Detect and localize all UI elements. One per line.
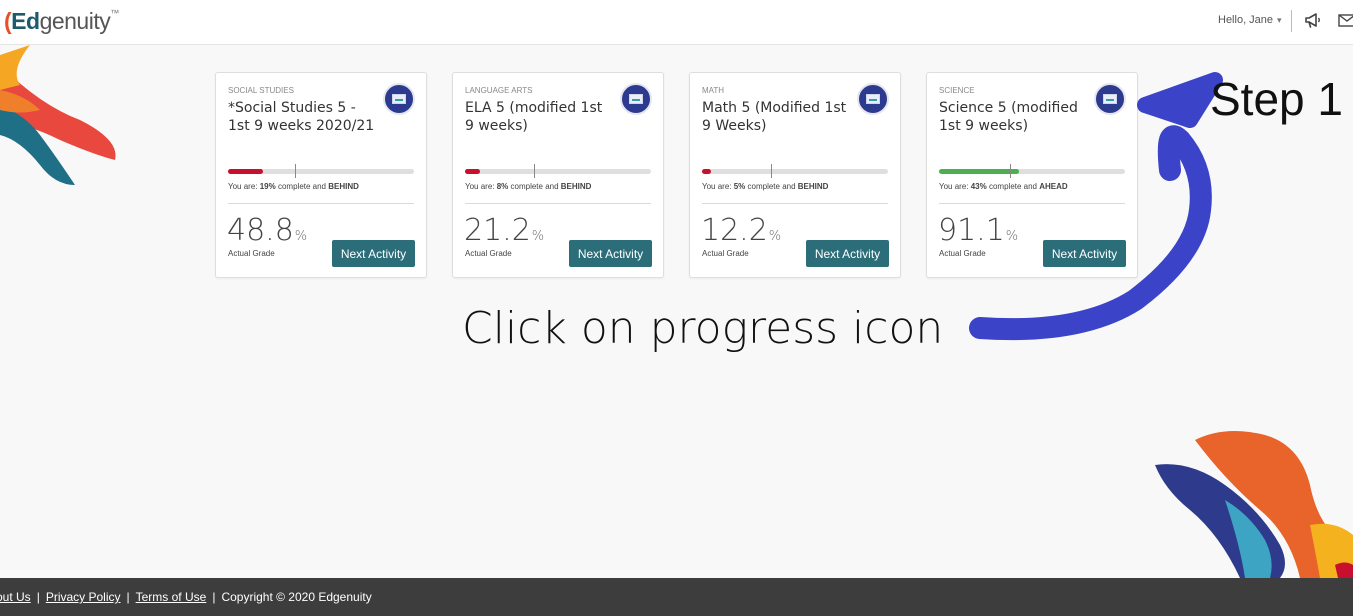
actual-grade-value: 48.8% <box>227 213 308 248</box>
chevron-down-icon: ▾ <box>1277 14 1282 25</box>
progress-icon[interactable] <box>620 83 652 115</box>
footer-links: out Us | Privacy Policy | Terms of Use | Copyr… <box>0 590 372 604</box>
logo-rest-text: genuity <box>39 8 111 34</box>
next-activity-button[interactable]: Next Activity <box>569 240 652 267</box>
toolbar-divider <box>1291 10 1292 32</box>
progress-icon[interactable] <box>383 83 415 115</box>
course-title[interactable]: Math 5 (Modified 1st 9 Weeks) <box>702 99 852 135</box>
footer: out Us | Privacy Policy | Terms of Use | Copyr… <box>0 578 1353 616</box>
actual-grade-label: Actual Grade <box>702 249 749 258</box>
privacy-policy-link[interactable]: Privacy Policy <box>46 590 121 604</box>
course-card-math: MATH Math 5 (Modified 1st 9 Weeks) You a… <box>689 72 901 278</box>
footer-separator: | <box>36 590 40 604</box>
top-bar: (Edgenuity™ Hello, Jane ▾ <box>0 0 1353 45</box>
course-title[interactable]: ELA 5 (modified 1st 9 weeks) <box>465 99 615 135</box>
progress-fill <box>702 169 712 174</box>
progress-icon[interactable] <box>857 83 889 115</box>
progress-bar <box>228 164 414 178</box>
instruction-annotation: Click on progress icon <box>462 303 944 354</box>
progress-target-marker <box>294 164 296 178</box>
card-divider <box>228 203 414 204</box>
user-menu[interactable]: Hello, Jane ▾ <box>1218 14 1282 26</box>
progress-status: You are: 19% complete and BEHIND <box>228 182 359 191</box>
card-divider <box>702 203 888 204</box>
progress-target-marker <box>533 164 535 178</box>
course-card-language-arts: LANGUAGE ARTS ELA 5 (modified 1st 9 week… <box>452 72 664 278</box>
step-annotation: Step 1 <box>1210 73 1343 125</box>
next-activity-button[interactable]: Next Activity <box>806 240 889 267</box>
course-title[interactable]: *Social Studies 5 - 1st 9 weeks 2020/21 <box>228 99 378 135</box>
logo-tm: ™ <box>110 8 119 18</box>
course-subject: SOCIAL STUDIES <box>228 86 294 95</box>
mail-icon[interactable] <box>1338 12 1353 28</box>
decorative-shape-bottom-right <box>1155 431 1353 578</box>
terms-of-use-link[interactable]: Terms of Use <box>136 590 207 604</box>
footer-separator: | <box>212 590 216 604</box>
actual-grade-value: 12.2% <box>701 213 782 248</box>
next-activity-button[interactable]: Next Activity <box>332 240 415 267</box>
about-us-link[interactable]: out Us <box>0 590 31 604</box>
actual-grade-label: Actual Grade <box>228 249 275 258</box>
card-divider <box>465 203 651 204</box>
progress-bar <box>702 164 888 178</box>
logo-ed-text: Ed <box>11 8 40 34</box>
decorative-shape-top-left <box>0 45 116 185</box>
copyright-text: Copyright © 2020 Edgenuity <box>221 590 372 604</box>
progress-status: You are: 8% complete and BEHIND <box>465 182 592 191</box>
progress-status: You are: 5% complete and BEHIND <box>702 182 829 191</box>
progress-bar <box>465 164 651 178</box>
course-card-social-studies: SOCIAL STUDIES *Social Studies 5 - 1st 9… <box>215 72 427 278</box>
megaphone-icon[interactable] <box>1303 10 1323 30</box>
actual-grade-value: 21.2% <box>464 213 545 248</box>
progress-target-marker <box>770 164 772 178</box>
edgenuity-logo[interactable]: (Edgenuity™ <box>4 8 119 35</box>
actual-grade-label: Actual Grade <box>465 249 512 258</box>
progress-fill <box>228 169 264 174</box>
course-subject: MATH <box>702 86 725 95</box>
footer-separator: | <box>126 590 130 604</box>
progress-fill <box>465 169 480 174</box>
user-greeting: Hello, Jane <box>1218 14 1274 26</box>
course-subject: LANGUAGE ARTS <box>465 86 533 95</box>
